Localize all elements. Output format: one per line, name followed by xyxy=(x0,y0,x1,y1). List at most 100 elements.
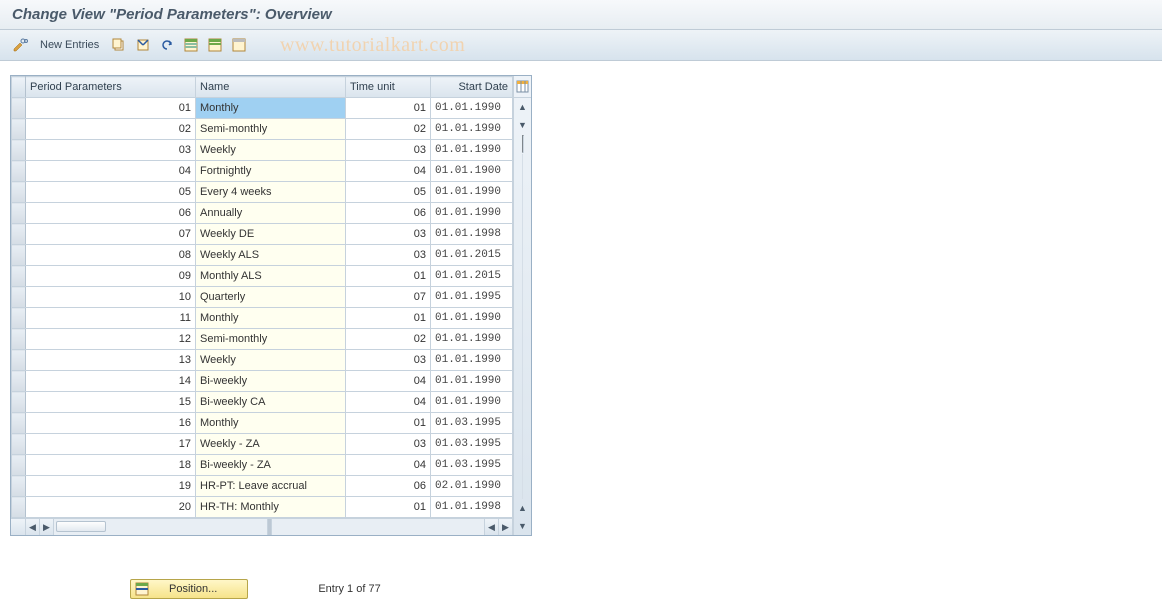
cell-timeunit[interactable]: 07 xyxy=(346,287,431,308)
cell-name[interactable]: Monthly ALS xyxy=(196,266,346,287)
cell-name[interactable]: HR-TH: Monthly xyxy=(196,497,346,518)
row-select-handle[interactable] xyxy=(12,329,26,350)
cell-period[interactable]: 17 xyxy=(26,434,196,455)
cell-name[interactable]: Bi-weekly CA xyxy=(196,392,346,413)
cell-startdate[interactable]: 02.01.1990 xyxy=(431,476,513,497)
hz-scroll-left-2[interactable]: ◀ xyxy=(485,519,499,535)
col-name[interactable]: Name xyxy=(196,77,346,98)
row-select-handle[interactable] xyxy=(12,140,26,161)
row-select-handle[interactable] xyxy=(12,455,26,476)
hz-scroll-left[interactable]: ◀ xyxy=(26,519,40,535)
row-select-handle[interactable] xyxy=(12,434,26,455)
cell-startdate[interactable]: 01.01.1900 xyxy=(431,161,513,182)
cell-timeunit[interactable]: 03 xyxy=(346,245,431,266)
delete-button[interactable] xyxy=(133,35,153,55)
cell-timeunit[interactable]: 05 xyxy=(346,182,431,203)
undo-button[interactable] xyxy=(157,35,177,55)
cell-startdate[interactable]: 01.01.1995 xyxy=(431,287,513,308)
cell-timeunit[interactable]: 01 xyxy=(346,308,431,329)
row-select-handle[interactable] xyxy=(12,245,26,266)
cell-timeunit[interactable]: 03 xyxy=(346,434,431,455)
row-select-handle[interactable] xyxy=(12,203,26,224)
hz-scroll-right-step[interactable]: ▶ xyxy=(40,519,54,535)
cell-startdate[interactable]: 01.01.2015 xyxy=(431,245,513,266)
position-button[interactable]: Position... xyxy=(130,579,248,599)
cell-timeunit[interactable]: 03 xyxy=(346,350,431,371)
cell-period[interactable]: 03 xyxy=(26,140,196,161)
cell-period[interactable]: 02 xyxy=(26,119,196,140)
cell-timeunit[interactable]: 03 xyxy=(346,224,431,245)
cell-startdate[interactable]: 01.01.1990 xyxy=(431,371,513,392)
hz-track-2[interactable] xyxy=(272,519,486,535)
cell-period[interactable]: 06 xyxy=(26,203,196,224)
cell-period[interactable]: 13 xyxy=(26,350,196,371)
row-select-handle[interactable] xyxy=(12,161,26,182)
cell-period[interactable]: 07 xyxy=(26,224,196,245)
cell-startdate[interactable]: 01.01.1998 xyxy=(431,497,513,518)
cell-name[interactable]: Semi-monthly xyxy=(196,329,346,350)
col-period[interactable]: Period Parameters xyxy=(26,77,196,98)
cell-startdate[interactable]: 01.01.2015 xyxy=(431,266,513,287)
v-scroll-down[interactable]: ▼ xyxy=(518,517,527,535)
cell-name[interactable]: Every 4 weeks xyxy=(196,182,346,203)
row-select-handle[interactable] xyxy=(12,497,26,518)
row-select-handle[interactable] xyxy=(12,413,26,434)
v-thumb[interactable] xyxy=(522,135,524,153)
col-timeunit[interactable]: Time unit xyxy=(346,77,431,98)
cell-period[interactable]: 12 xyxy=(26,329,196,350)
display-change-button[interactable] xyxy=(10,35,30,55)
cell-timeunit[interactable]: 04 xyxy=(346,455,431,476)
cell-period[interactable]: 20 xyxy=(26,497,196,518)
row-select-handle[interactable] xyxy=(12,98,26,119)
hz-thumb[interactable] xyxy=(56,521,106,532)
cell-period[interactable]: 05 xyxy=(26,182,196,203)
cell-startdate[interactable]: 01.01.1990 xyxy=(431,98,513,119)
cell-timeunit[interactable]: 04 xyxy=(346,392,431,413)
cell-startdate[interactable]: 01.03.1995 xyxy=(431,455,513,476)
cell-startdate[interactable]: 01.01.1990 xyxy=(431,140,513,161)
cell-period[interactable]: 10 xyxy=(26,287,196,308)
cell-period[interactable]: 18 xyxy=(26,455,196,476)
row-select-handle[interactable] xyxy=(12,119,26,140)
cell-startdate[interactable]: 01.01.1990 xyxy=(431,182,513,203)
cell-period[interactable]: 09 xyxy=(26,266,196,287)
new-entries-button[interactable]: New Entries xyxy=(34,35,105,55)
cell-name[interactable]: Semi-monthly xyxy=(196,119,346,140)
row-select-handle[interactable] xyxy=(12,308,26,329)
v-scroll-down-step[interactable]: ▼ xyxy=(518,116,527,134)
row-select-handle[interactable] xyxy=(12,350,26,371)
select-all-button[interactable] xyxy=(181,35,201,55)
select-block-button[interactable] xyxy=(205,35,225,55)
select-all-handle[interactable] xyxy=(12,77,26,98)
cell-name[interactable]: Annually xyxy=(196,203,346,224)
cell-period[interactable]: 16 xyxy=(26,413,196,434)
cell-timeunit[interactable]: 01 xyxy=(346,497,431,518)
cell-period[interactable]: 11 xyxy=(26,308,196,329)
cell-name[interactable]: Bi-weekly - ZA xyxy=(196,455,346,476)
deselect-all-button[interactable] xyxy=(229,35,249,55)
cell-name[interactable]: Monthly xyxy=(196,413,346,434)
cell-period[interactable]: 04 xyxy=(26,161,196,182)
cell-period[interactable]: 14 xyxy=(26,371,196,392)
cell-period[interactable]: 19 xyxy=(26,476,196,497)
cell-name[interactable]: Monthly xyxy=(196,98,346,119)
cell-startdate[interactable]: 01.01.1990 xyxy=(431,308,513,329)
cell-name[interactable]: Weekly ALS xyxy=(196,245,346,266)
row-select-handle[interactable] xyxy=(12,224,26,245)
cell-name[interactable]: Weekly xyxy=(196,140,346,161)
cell-period[interactable]: 08 xyxy=(26,245,196,266)
cell-timeunit[interactable]: 02 xyxy=(346,119,431,140)
cell-timeunit[interactable]: 03 xyxy=(346,140,431,161)
v-track[interactable] xyxy=(522,154,523,499)
cell-period[interactable]: 01 xyxy=(26,98,196,119)
cell-timeunit[interactable]: 06 xyxy=(346,203,431,224)
cell-timeunit[interactable]: 06 xyxy=(346,476,431,497)
row-select-handle[interactable] xyxy=(12,287,26,308)
cell-name[interactable]: Weekly DE xyxy=(196,224,346,245)
hz-track[interactable] xyxy=(54,519,268,535)
hz-scroll-right[interactable]: ▶ xyxy=(499,519,513,535)
row-select-handle[interactable] xyxy=(12,182,26,203)
cell-timeunit[interactable]: 02 xyxy=(346,329,431,350)
cell-timeunit[interactable]: 04 xyxy=(346,371,431,392)
cell-startdate[interactable]: 01.01.1998 xyxy=(431,224,513,245)
